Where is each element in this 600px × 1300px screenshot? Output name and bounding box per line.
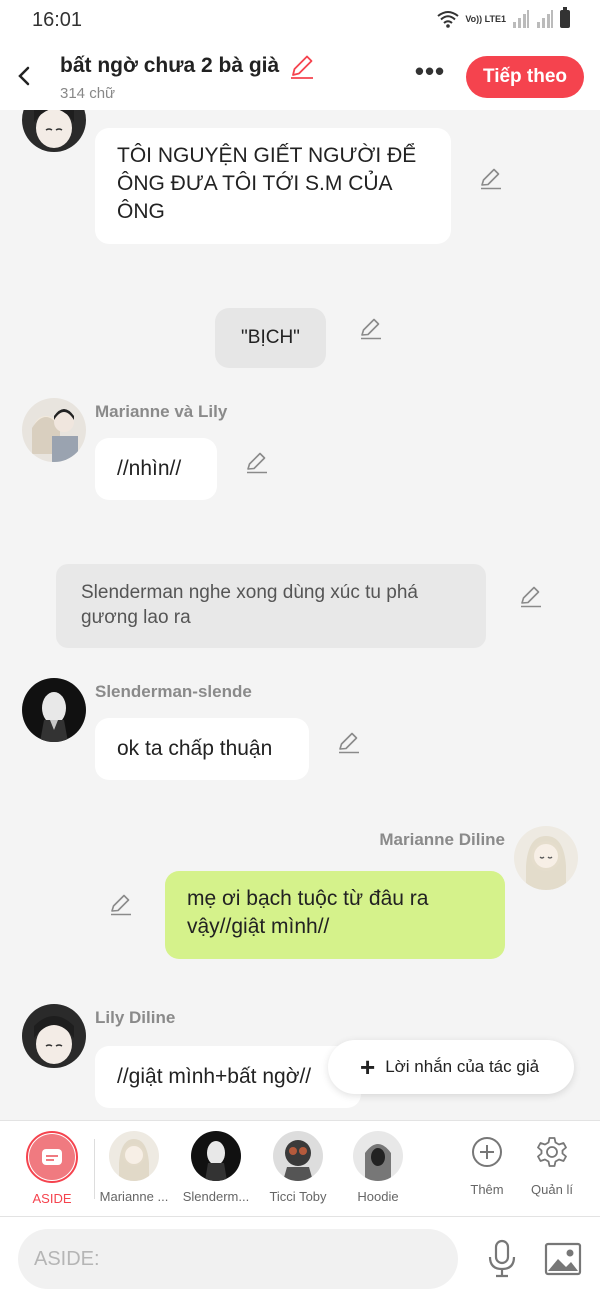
- character-hoodie[interactable]: Hoodie: [338, 1131, 418, 1204]
- character-bar: ASIDE Marianne ... Slenderm... Ticci Tob…: [0, 1120, 600, 1216]
- story-title[interactable]: bất ngờ chưa 2 bà già: [60, 54, 279, 78]
- avatar[interactable]: [514, 826, 578, 890]
- character-avatar-image: [22, 110, 86, 152]
- pencil-icon[interactable]: [288, 54, 316, 80]
- word-count: 314 chữ: [60, 85, 116, 102]
- pencil-icon[interactable]: [108, 892, 134, 918]
- sender-name: Slenderman-slende: [95, 682, 252, 701]
- character-name: Hoodie: [357, 1189, 399, 1204]
- sender-name: Lily Diline: [95, 1008, 176, 1027]
- message-bubble[interactable]: ok ta chấp thuận: [95, 718, 309, 780]
- battery-icon: [560, 7, 570, 28]
- network-type-label: Vo)) LTE1: [465, 13, 506, 24]
- microphone-icon[interactable]: [486, 1239, 518, 1279]
- author-note-button[interactable]: + Lời nhắn của tác giả: [328, 1040, 574, 1094]
- plus-circle-icon: [472, 1137, 502, 1167]
- pencil-icon[interactable]: [336, 730, 362, 756]
- character-slenderman[interactable]: Slenderm...: [176, 1131, 256, 1204]
- chat-area[interactable]: TÔI NGUYỆN GIẾT NGƯỜI ĐỂ ÔNG ĐƯA TÔI TỚI…: [0, 110, 600, 1120]
- character-avatar-image: [22, 678, 86, 742]
- avatar[interactable]: [22, 110, 86, 152]
- character-marianne[interactable]: Marianne ...: [94, 1131, 174, 1204]
- character-name: Ticci Toby: [269, 1189, 327, 1204]
- more-options-button[interactable]: •••: [412, 58, 448, 90]
- character-aside[interactable]: ASIDE: [12, 1131, 92, 1206]
- character-avatar-image: [514, 826, 578, 890]
- sender-name: Marianne và Lily: [95, 402, 228, 421]
- character-name: ASIDE: [32, 1191, 72, 1206]
- avatar: [273, 1131, 323, 1181]
- back-button[interactable]: [12, 62, 36, 90]
- pencil-icon[interactable]: [244, 450, 270, 476]
- aside-icon: [42, 1149, 62, 1165]
- signal-icon-2: [537, 10, 553, 28]
- character-ticci-toby[interactable]: Ticci Toby: [258, 1131, 338, 1204]
- message-bubble[interactable]: TÔI NGUYỆN GIẾT NGƯỜI ĐỂ ÔNG ĐƯA TÔI TỚI…: [95, 128, 451, 244]
- narration-block[interactable]: Slenderman nghe xong dùng xúc tu phá gươ…: [56, 564, 486, 648]
- message-input[interactable]: [18, 1229, 458, 1289]
- avatar[interactable]: [22, 678, 86, 742]
- image-icon[interactable]: [544, 1241, 582, 1277]
- status-icons: Vo)) LTE1: [437, 7, 570, 28]
- signal-icon: [513, 10, 529, 28]
- message-bubble[interactable]: //giật mình+bất ngờ//: [95, 1046, 361, 1108]
- gear-icon: [537, 1137, 567, 1167]
- chevron-left-icon: [18, 66, 30, 86]
- pencil-icon[interactable]: [358, 316, 384, 342]
- message-bubble[interactable]: mẹ ơi bạch tuộc từ đâu ra vậy//giật mình…: [165, 871, 505, 959]
- sender-name: Marianne Diline: [379, 830, 505, 849]
- pencil-icon[interactable]: [518, 584, 544, 610]
- manage-button[interactable]: Quản lí: [512, 1131, 592, 1197]
- manage-label: Quản lí: [531, 1182, 573, 1197]
- editor-header: bất ngờ chưa 2 bà già 314 chữ ••• Tiếp t…: [0, 42, 600, 110]
- status-bar: 16:01 Vo)) LTE1: [0, 0, 600, 42]
- plus-icon: +: [360, 1052, 376, 1082]
- avatar: [109, 1131, 159, 1181]
- sound-effect-bubble[interactable]: "BỊCH": [215, 308, 326, 368]
- wifi-icon: [437, 11, 459, 28]
- next-button[interactable]: Tiếp theo: [466, 56, 584, 98]
- pencil-icon[interactable]: [478, 166, 504, 192]
- status-time: 16:01: [32, 9, 83, 31]
- avatar[interactable]: [22, 398, 86, 462]
- message-bubble[interactable]: //nhìn//: [95, 438, 217, 500]
- character-avatar-image: [22, 1004, 86, 1068]
- avatar[interactable]: [22, 1004, 86, 1068]
- author-note-label: Lời nhắn của tác giả: [385, 1057, 540, 1076]
- avatar: [353, 1131, 403, 1181]
- input-bar: [0, 1216, 600, 1300]
- character-name: Marianne ...: [99, 1189, 169, 1204]
- character-avatar-image: [22, 398, 86, 462]
- character-name: Slenderm...: [182, 1189, 250, 1204]
- aside-avatar: [26, 1131, 78, 1183]
- avatar: [191, 1131, 241, 1181]
